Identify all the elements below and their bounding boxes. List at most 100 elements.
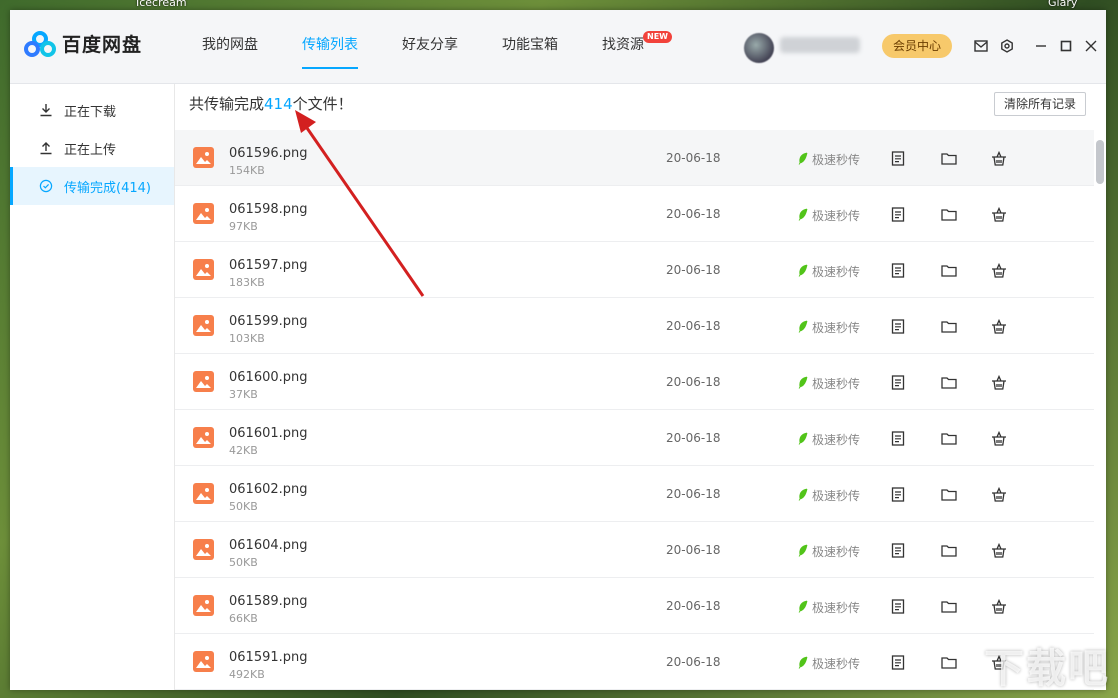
file-name: 061597.png xyxy=(229,258,308,273)
vip-center-button[interactable]: 会员中心 xyxy=(882,34,952,58)
maximize-icon[interactable] xyxy=(1057,37,1075,55)
delete-record-icon[interactable] xyxy=(990,317,1008,335)
fast-upload-text: 极速秒传 xyxy=(812,153,861,167)
image-file-icon xyxy=(193,203,214,224)
cloud-logo-icon xyxy=(24,30,56,57)
fast-upload-label[interactable]: 极速秒传 xyxy=(798,151,860,168)
image-file-icon xyxy=(193,483,214,504)
settings-icon[interactable] xyxy=(998,37,1016,55)
leaf-icon xyxy=(798,376,808,392)
leaf-icon xyxy=(798,320,808,336)
minimize-icon[interactable] xyxy=(1032,37,1050,55)
fast-upload-label[interactable]: 极速秒传 xyxy=(798,375,860,392)
view-details-icon[interactable] xyxy=(889,149,907,167)
file-row[interactable]: 061601.png 42KB 20-06-18 极速秒传 xyxy=(175,410,1094,466)
image-file-icon xyxy=(193,595,214,616)
file-date: 20-06-18 xyxy=(666,263,721,277)
file-date: 20-06-18 xyxy=(666,543,721,557)
close-icon[interactable] xyxy=(1082,37,1100,55)
delete-record-icon[interactable] xyxy=(990,373,1008,391)
view-details-icon[interactable] xyxy=(889,205,907,223)
open-folder-icon[interactable] xyxy=(940,485,958,503)
open-folder-icon[interactable] xyxy=(940,373,958,391)
image-file-icon xyxy=(193,315,214,336)
sidebar: 正在下载 正在上传传输完成(414) xyxy=(10,84,175,690)
scrollbar-thumb[interactable] xyxy=(1096,140,1104,184)
delete-record-icon[interactable] xyxy=(990,149,1008,167)
delete-record-icon[interactable] xyxy=(990,597,1008,615)
summary-text: 共传输完成414个文件！ xyxy=(189,93,353,114)
file-name: 061600.png xyxy=(229,370,308,385)
file-row[interactable]: 061591.png 492KB 20-06-18 极速秒传 xyxy=(175,634,1094,690)
fast-upload-label[interactable]: 极速秒传 xyxy=(798,319,860,336)
fast-upload-text: 极速秒传 xyxy=(812,601,861,615)
file-row[interactable]: 061589.png 66KB 20-06-18 极速秒传 xyxy=(175,578,1094,634)
view-details-icon[interactable] xyxy=(889,429,907,447)
delete-record-icon[interactable] xyxy=(990,429,1008,447)
fast-upload-label[interactable]: 极速秒传 xyxy=(798,263,860,280)
file-name: 061598.png xyxy=(229,202,308,217)
check-circle-icon xyxy=(38,178,54,194)
sidebar-item-1[interactable]: 正在上传 xyxy=(10,129,174,167)
view-details-icon[interactable] xyxy=(889,597,907,615)
fast-upload-label[interactable]: 极速秒传 xyxy=(798,599,860,616)
file-row[interactable]: 061604.png 50KB 20-06-18 极速秒传 xyxy=(175,522,1094,578)
avatar[interactable] xyxy=(744,33,774,63)
mail-icon[interactable] xyxy=(972,37,990,55)
open-folder-icon[interactable] xyxy=(940,149,958,167)
tab-label: 我的网盘 xyxy=(202,37,258,53)
fast-upload-label[interactable]: 极速秒传 xyxy=(798,543,860,560)
file-size: 97KB xyxy=(229,220,258,233)
fast-upload-label[interactable]: 极速秒传 xyxy=(798,655,860,672)
delete-record-icon[interactable] xyxy=(990,485,1008,503)
fast-upload-text: 极速秒传 xyxy=(812,209,861,223)
leaf-icon xyxy=(798,544,808,560)
open-folder-icon[interactable] xyxy=(940,261,958,279)
sidebar-item-label: 传输完成(414) xyxy=(64,180,151,196)
tab-4[interactable]: 找资源 NEW xyxy=(580,10,672,83)
open-folder-icon[interactable] xyxy=(940,597,958,615)
file-row[interactable]: 061599.png 103KB 20-06-18 极速秒传 xyxy=(175,298,1094,354)
tab-1[interactable]: 传输列表 xyxy=(280,10,380,83)
view-details-icon[interactable] xyxy=(889,317,907,335)
open-folder-icon[interactable] xyxy=(940,653,958,671)
delete-record-icon[interactable] xyxy=(990,261,1008,279)
leaf-icon xyxy=(798,152,808,168)
view-details-icon[interactable] xyxy=(889,261,907,279)
file-row[interactable]: 061596.png 154KB 20-06-18 极速秒传 xyxy=(175,130,1094,186)
view-details-icon[interactable] xyxy=(889,653,907,671)
app-window: 百度网盘 我的网盘 传输列表 好友分享 功能宝箱 找资源NEW user 会员中心 正在… xyxy=(10,10,1106,690)
delete-record-icon[interactable] xyxy=(990,541,1008,559)
file-row[interactable]: 061600.png 37KB 20-06-18 极速秒传 xyxy=(175,354,1094,410)
file-row[interactable]: 061597.png 183KB 20-06-18 极速秒传 xyxy=(175,242,1094,298)
view-details-icon[interactable] xyxy=(889,541,907,559)
summary-suffix: 个文件！ xyxy=(292,95,353,113)
sidebar-item-2[interactable]: 传输完成(414) xyxy=(10,167,174,205)
tab-2[interactable]: 好友分享 xyxy=(380,10,480,83)
image-file-icon xyxy=(193,259,214,280)
open-folder-icon[interactable] xyxy=(940,205,958,223)
fast-upload-label[interactable]: 极速秒传 xyxy=(798,487,860,504)
username[interactable]: user xyxy=(780,37,860,53)
delete-record-icon[interactable] xyxy=(990,205,1008,223)
fast-upload-label[interactable]: 极速秒传 xyxy=(798,431,860,448)
file-date: 20-06-18 xyxy=(666,207,721,221)
fast-upload-text: 极速秒传 xyxy=(812,321,861,335)
file-name: 061604.png xyxy=(229,538,308,553)
image-file-icon xyxy=(193,147,214,168)
file-row[interactable]: 061598.png 97KB 20-06-18 极速秒传 xyxy=(175,186,1094,242)
fast-upload-label[interactable]: 极速秒传 xyxy=(798,207,860,224)
open-folder-icon[interactable] xyxy=(940,317,958,335)
sidebar-item-0[interactable]: 正在下载 xyxy=(10,91,174,129)
file-date: 20-06-18 xyxy=(666,431,721,445)
open-folder-icon[interactable] xyxy=(940,541,958,559)
tab-3[interactable]: 功能宝箱 xyxy=(480,10,580,83)
file-row[interactable]: 061602.png 50KB 20-06-18 极速秒传 xyxy=(175,466,1094,522)
fast-upload-text: 极速秒传 xyxy=(812,545,861,559)
summary-count: 414 xyxy=(264,95,293,113)
view-details-icon[interactable] xyxy=(889,485,907,503)
clear-all-records-button[interactable]: 清除所有记录 xyxy=(993,92,1086,116)
open-folder-icon[interactable] xyxy=(940,429,958,447)
tab-0[interactable]: 我的网盘 xyxy=(180,10,280,83)
view-details-icon[interactable] xyxy=(889,373,907,391)
